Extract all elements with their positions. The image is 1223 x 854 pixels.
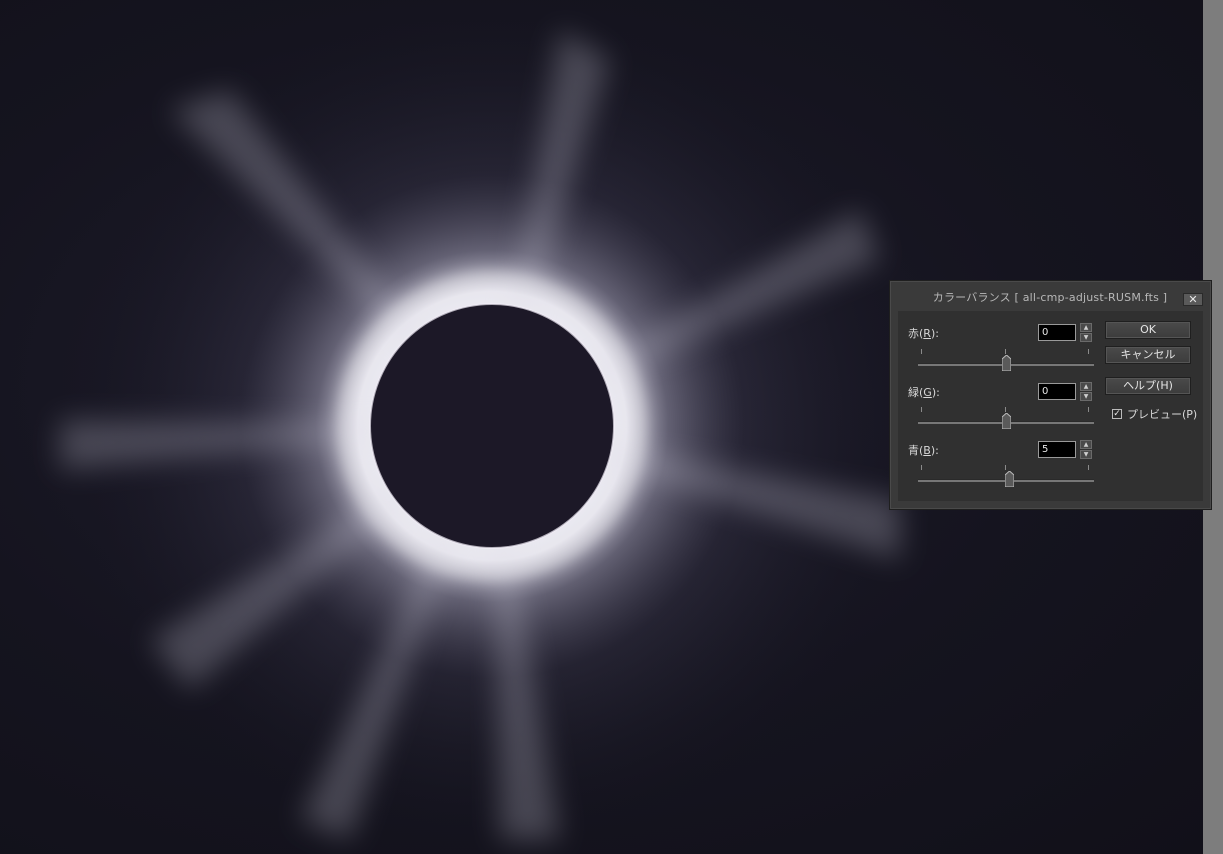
spin-up-icon[interactable]: ▲ xyxy=(1080,440,1092,449)
blue-value-input[interactable]: 5 xyxy=(1038,441,1076,458)
slider-tick xyxy=(921,465,922,470)
spin-down-icon[interactable]: ▼ xyxy=(1080,333,1092,342)
help-button[interactable]: ヘルプ(H) xyxy=(1105,377,1191,395)
spin-up-icon[interactable]: ▲ xyxy=(1080,382,1092,391)
preview-label[interactable]: プレビュー(P) xyxy=(1127,406,1197,422)
green-value-input[interactable]: 0 xyxy=(1038,383,1076,400)
red-label: 赤(R): xyxy=(908,327,939,340)
preview-checkbox[interactable]: ✓ xyxy=(1112,409,1122,419)
dialog-titlebar[interactable]: カラーバランス [ all-cmp-adjust-RUSM.fts ] ✕ xyxy=(890,281,1211,311)
red-value-input[interactable]: 0 xyxy=(1038,324,1076,341)
slider-tick xyxy=(921,349,922,354)
slider-tick xyxy=(1088,465,1089,470)
cancel-button[interactable]: キャンセル xyxy=(1105,346,1191,364)
slider-tick xyxy=(1088,407,1089,412)
dialog-title: カラーバランス [ all-cmp-adjust-RUSM.fts ] xyxy=(932,291,1168,304)
blue-label: 青(B): xyxy=(908,444,939,457)
dialog-body: 赤(R): 0 ▲ ▼ 緑(G): 0 ▲ ▼ 青(B): 5 ▲ ▼ OK キ… xyxy=(898,311,1203,501)
slider-tick xyxy=(1005,407,1006,412)
blue-spinner[interactable]: ▲ ▼ xyxy=(1080,440,1092,459)
color-balance-dialog: カラーバランス [ all-cmp-adjust-RUSM.fts ] ✕ 赤(… xyxy=(889,280,1212,510)
spin-down-icon[interactable]: ▼ xyxy=(1080,392,1092,401)
green-spinner[interactable]: ▲ ▼ xyxy=(1080,382,1092,401)
close-icon[interactable]: ✕ xyxy=(1183,293,1203,306)
slider-tick xyxy=(1005,349,1006,354)
slider-tick xyxy=(1088,349,1089,354)
slider-tick xyxy=(1005,465,1006,470)
ok-button[interactable]: OK xyxy=(1105,321,1191,339)
green-slider-thumb[interactable] xyxy=(1001,413,1011,429)
blue-slider-thumb[interactable] xyxy=(1005,471,1015,487)
red-spinner[interactable]: ▲ ▼ xyxy=(1080,323,1092,342)
slider-tick xyxy=(921,407,922,412)
spin-down-icon[interactable]: ▼ xyxy=(1080,450,1092,459)
moon-disk xyxy=(370,304,614,548)
green-label: 緑(G): xyxy=(908,386,940,399)
red-slider-thumb[interactable] xyxy=(1001,355,1011,371)
spin-up-icon[interactable]: ▲ xyxy=(1080,323,1092,332)
